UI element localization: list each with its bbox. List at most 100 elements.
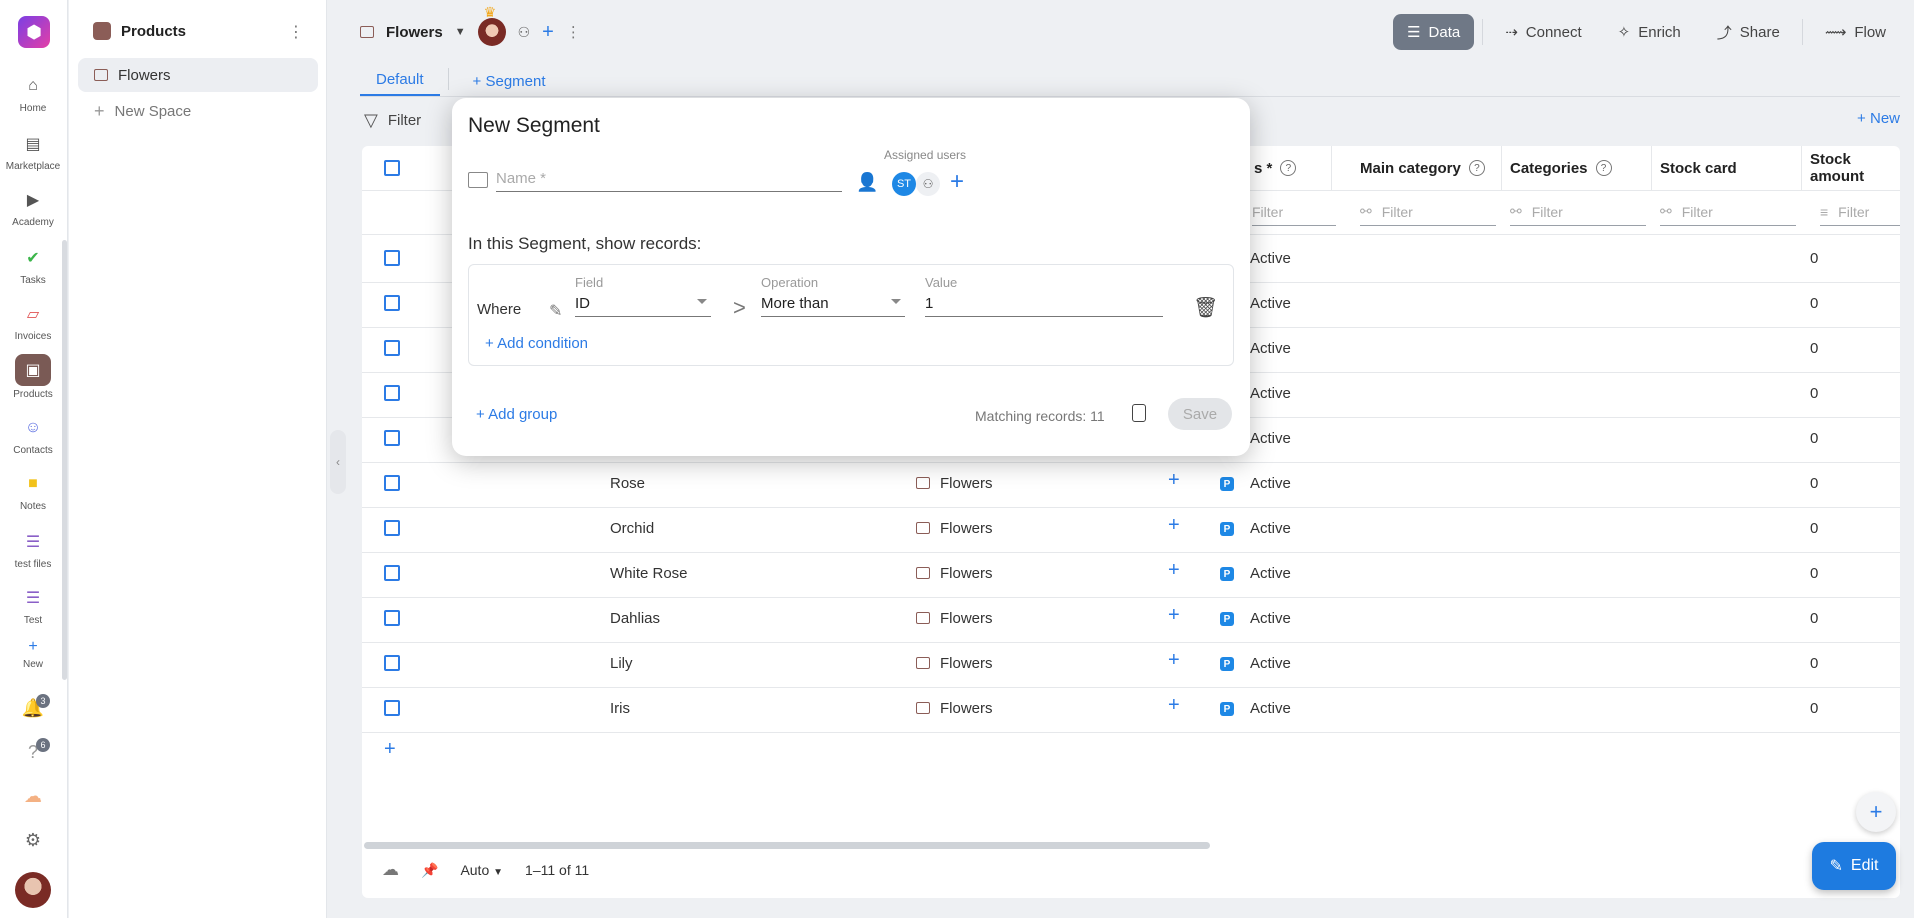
row-checkbox[interactable] (384, 475, 400, 491)
column-header-stock-card[interactable]: Stock card (1652, 146, 1802, 190)
main-category-filter-input[interactable]: ⚯ Filter (1360, 198, 1496, 226)
owner-avatar[interactable] (477, 4, 506, 46)
rail-item-contacts[interactable]: ☺ Contacts (0, 414, 66, 456)
row-checkbox[interactable] (384, 565, 400, 581)
select-all-checkbox[interactable] (384, 160, 400, 176)
rail-item-academy[interactable]: ▶ Academy (0, 186, 66, 228)
flow-button[interactable]: ⟿ Flow (1811, 14, 1900, 50)
row-space[interactable]: Flowers (940, 475, 993, 492)
add-relation-button[interactable]: + (1168, 514, 1180, 537)
copy-icon[interactable] (1132, 404, 1146, 422)
row-stock-amount[interactable]: 0 (1810, 295, 1818, 312)
segment-name-input[interactable]: Name * (496, 170, 842, 192)
field-select[interactable]: ID (575, 291, 711, 317)
tab-default[interactable]: Default (360, 71, 440, 96)
row-status[interactable]: Active (1250, 565, 1291, 582)
column-header-categories[interactable]: Categories? (1502, 146, 1652, 190)
gear-icon[interactable]: ⚙ (0, 830, 66, 851)
status-filter-input[interactable]: Filter (1252, 198, 1336, 226)
kebab-menu-icon[interactable]: ⋮ (566, 23, 581, 41)
add-condition-button[interactable]: + Add condition (485, 335, 588, 352)
save-button[interactable]: Save (1168, 398, 1232, 430)
rail-item-new[interactable]: + New (0, 638, 66, 670)
share-button[interactable]: ⤴ Share (1703, 14, 1794, 50)
add-relation-button[interactable]: + (1168, 649, 1180, 672)
pin-icon[interactable]: 📌 (421, 862, 438, 879)
user-group-icon[interactable]: ⚇ (916, 172, 940, 196)
value-input[interactable]: 1 (925, 291, 1163, 317)
add-segment-tab[interactable]: + Segment (457, 73, 562, 96)
row-stock-amount[interactable]: 0 (1810, 475, 1818, 492)
horizontal-scrollbar[interactable] (364, 842, 1210, 849)
row-name[interactable]: Rose (610, 475, 645, 492)
rail-item-invoices[interactable]: ▱ Invoices (0, 300, 66, 342)
row-status[interactable]: Active (1250, 655, 1291, 672)
filter-button[interactable]: ▽ Filter (364, 110, 421, 131)
row-space[interactable]: Flowers (940, 565, 993, 582)
row-name[interactable]: White Rose (610, 565, 688, 582)
help-icon[interactable]: ? (1280, 160, 1297, 176)
row-checkbox[interactable] (384, 520, 400, 536)
rail-item-home[interactable]: ⌂ Home (0, 72, 66, 114)
row-checkbox[interactable] (384, 430, 400, 446)
row-stock-amount[interactable]: 0 (1810, 520, 1818, 537)
row-name[interactable]: Dahlias (610, 610, 660, 627)
row-status[interactable]: Active (1250, 700, 1291, 717)
row-checkbox[interactable] (384, 655, 400, 671)
column-header-status[interactable]: s *? (1246, 146, 1332, 190)
rail-item-tasks[interactable]: ✔ Tasks (0, 244, 66, 286)
row-stock-amount[interactable]: 0 (1810, 340, 1818, 357)
avatar[interactable] (15, 872, 51, 908)
row-name[interactable]: Lily (610, 655, 633, 672)
row-checkbox[interactable] (384, 340, 400, 356)
row-space[interactable]: Flowers (940, 520, 993, 537)
bell-icon[interactable]: 🔔 (0, 698, 66, 719)
stock-amount-filter-input[interactable]: ≡ Filter (1820, 198, 1900, 226)
new-record-button[interactable]: + New (1857, 110, 1900, 127)
row-status[interactable]: Active (1250, 340, 1291, 357)
row-status[interactable]: Active (1250, 295, 1291, 312)
help-icon[interactable]: ? (1595, 160, 1612, 176)
row-stock-amount[interactable]: 0 (1810, 565, 1818, 582)
row-checkbox[interactable] (384, 385, 400, 401)
row-status[interactable]: Active (1250, 430, 1291, 447)
help-icon[interactable]: ? (1468, 160, 1485, 176)
row-stock-amount[interactable]: 0 (1810, 655, 1818, 672)
rail-item-test-files[interactable]: ☰ test files (0, 528, 66, 570)
cloud-icon[interactable]: ☁ (0, 786, 66, 807)
help-icon[interactable]: ? (0, 742, 66, 763)
rail-item-marketplace[interactable]: ▤ Marketplace (0, 130, 66, 172)
share-users-icon[interactable]: ⚇ (518, 24, 531, 41)
add-row-button[interactable]: + (384, 738, 396, 761)
cloud-sync-icon[interactable]: ☁ (382, 860, 399, 880)
connect-button[interactable]: ⇢ Connect (1491, 14, 1595, 50)
row-checkbox[interactable] (384, 250, 400, 266)
new-space-button[interactable]: + New Space (78, 94, 318, 128)
kebab-menu-icon[interactable]: ⋮ (288, 22, 304, 42)
row-checkbox[interactable] (384, 295, 400, 311)
add-relation-button[interactable]: + (1168, 694, 1180, 717)
row-stock-amount[interactable]: 0 (1810, 385, 1818, 402)
rail-item-test[interactable]: ☰ Test (0, 584, 66, 626)
add-user-icon[interactable]: + (542, 21, 554, 44)
row-space[interactable]: Flowers (940, 700, 993, 717)
assigned-user-avatar[interactable]: ST (892, 172, 916, 196)
row-stock-amount[interactable]: 0 (1810, 250, 1818, 267)
row-status[interactable]: Active (1250, 475, 1291, 492)
app-logo[interactable]: ⬢ (18, 16, 50, 48)
row-checkbox[interactable] (384, 610, 400, 626)
row-stock-amount[interactable]: 0 (1810, 700, 1818, 717)
row-stock-amount[interactable]: 0 (1810, 430, 1818, 447)
add-assigned-user-button[interactable]: + (950, 168, 964, 196)
add-floating-button[interactable]: + (1856, 792, 1896, 832)
rail-item-notes[interactable]: ■ Notes (0, 470, 66, 512)
chevron-down-icon[interactable]: ▼ (455, 26, 466, 38)
row-space[interactable]: Flowers (940, 610, 993, 627)
row-status[interactable]: Active (1250, 610, 1291, 627)
rail-scrollbar[interactable] (62, 240, 67, 680)
categories-filter-input[interactable]: ⚯ Filter (1510, 198, 1646, 226)
add-relation-button[interactable]: + (1168, 559, 1180, 582)
enrich-button[interactable]: ✧ Enrich (1604, 14, 1695, 50)
space-item-flowers[interactable]: Flowers (78, 58, 318, 92)
add-relation-button[interactable]: + (1168, 604, 1180, 627)
